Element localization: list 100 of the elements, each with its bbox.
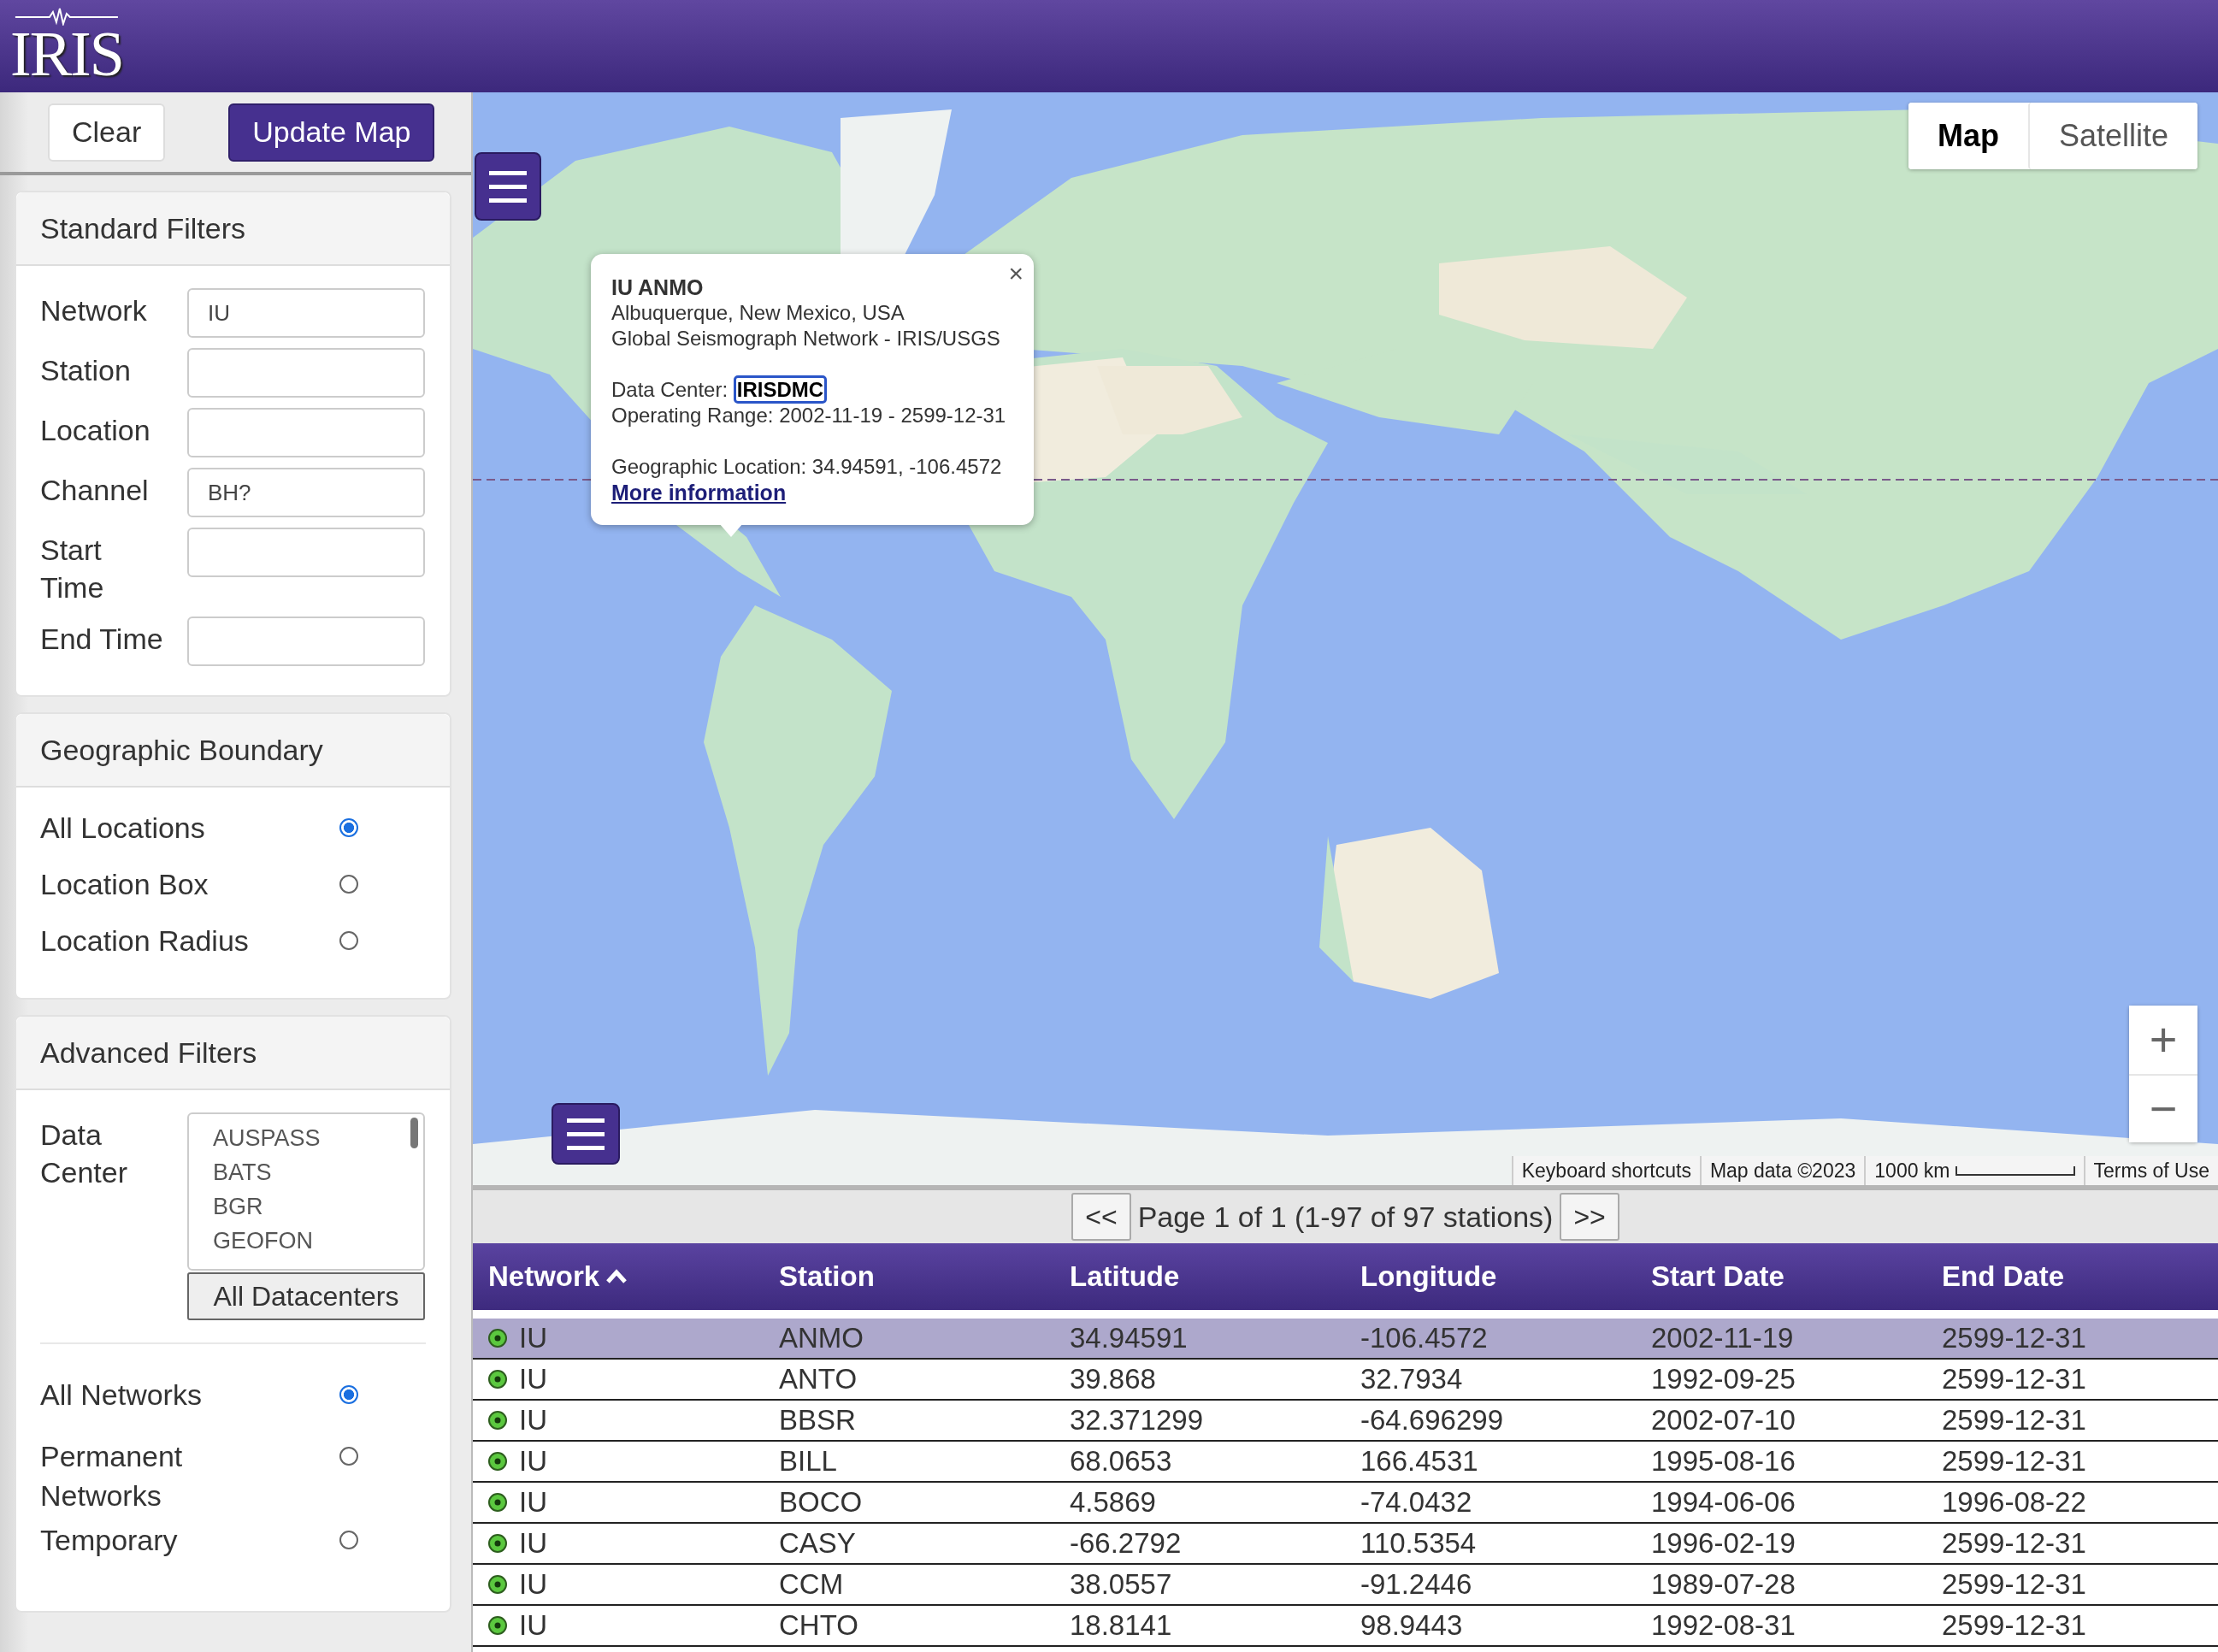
table-cell: IU bbox=[519, 1404, 547, 1437]
list-option[interactable]: AUSPASS bbox=[213, 1121, 423, 1155]
column-header[interactable]: Station bbox=[779, 1260, 1070, 1293]
attribution-text: Map data ©2023 bbox=[1699, 1156, 1865, 1185]
close-button[interactable]: × bbox=[1008, 261, 1023, 286]
menu-button[interactable] bbox=[552, 1103, 620, 1165]
table-cell-text: 32.7934 bbox=[1360, 1363, 1464, 1395]
option-label: Location Radius bbox=[40, 923, 250, 959]
table-cell-text: ANMO bbox=[779, 1322, 864, 1354]
field-label: Start Time bbox=[40, 533, 105, 605]
all-datacenters-button[interactable]: All Datacenters bbox=[187, 1272, 425, 1320]
page-status: Page 1 of 1 (1-97 of 97 stations) bbox=[1137, 1200, 1554, 1234]
list-option[interactable]: GEOFON bbox=[213, 1224, 423, 1258]
station-marker-icon bbox=[488, 1493, 507, 1512]
radio-button[interactable] bbox=[339, 875, 358, 894]
table-cell-text: BILL bbox=[779, 1445, 838, 1478]
table-cell-text: 68.0653 bbox=[1070, 1445, 1173, 1478]
table-cell-text: CHTO bbox=[779, 1609, 859, 1642]
attribution-link[interactable]: Terms of Use bbox=[2083, 1156, 2218, 1185]
list-box[interactable]: AUSPASS BATS BGR GEOFON bbox=[187, 1112, 425, 1271]
table-cell: IU bbox=[519, 1568, 547, 1601]
table-cell-text: 2599-12-31 bbox=[1942, 1404, 2087, 1437]
more-information-link[interactable]: More information bbox=[611, 481, 787, 504]
table-cell-text: 2599-12-31 bbox=[1942, 1322, 2087, 1354]
input-field[interactable]: IU bbox=[187, 288, 425, 338]
table-cell-text: 34.94591 bbox=[1070, 1322, 1189, 1354]
panel-header: Standard Filters bbox=[16, 192, 450, 266]
table-cell-text: 2599-12-31 bbox=[1942, 1609, 2087, 1642]
previous-page-button[interactable]: << bbox=[1071, 1193, 1131, 1241]
table-cell-text: 39.868 bbox=[1070, 1363, 1157, 1395]
station-marker-icon bbox=[488, 1370, 507, 1389]
scale-label: 1000 km bbox=[1874, 1159, 1950, 1183]
table-cell-text: 38.0557 bbox=[1070, 1568, 1173, 1601]
menu-button[interactable] bbox=[475, 152, 541, 221]
table-cell-text: 110.5354 bbox=[1360, 1527, 1478, 1560]
table-cell-text: 2002-11-19 bbox=[1651, 1322, 1795, 1354]
column-header[interactable]: Longitude bbox=[1360, 1260, 1651, 1293]
input-field[interactable] bbox=[187, 348, 425, 398]
column-header[interactable]: Network bbox=[488, 1260, 779, 1293]
next-page-button[interactable]: >> bbox=[1560, 1193, 1619, 1241]
table-cell-text: BBSR bbox=[779, 1404, 857, 1437]
input-field[interactable] bbox=[187, 408, 425, 457]
radio-button[interactable] bbox=[339, 1385, 358, 1404]
station-marker-icon bbox=[488, 1534, 507, 1553]
column-header[interactable]: Latitude bbox=[1070, 1260, 1360, 1293]
option-label: Permanent Networks bbox=[40, 1439, 184, 1513]
input-field[interactable] bbox=[187, 617, 425, 666]
table-cell-text: 1992-08-31 bbox=[1651, 1609, 1796, 1642]
table-cell-text: 32.371299 bbox=[1070, 1404, 1204, 1437]
attribution-link[interactable]: Keyboard shortcuts bbox=[1511, 1156, 1700, 1185]
radio-button[interactable] bbox=[339, 818, 358, 837]
map-type-tab[interactable]: Map bbox=[1908, 103, 2028, 169]
table-cell-text: ANTO bbox=[779, 1363, 858, 1395]
table-cell: IU bbox=[519, 1363, 547, 1395]
table-cell-text: 18.8141 bbox=[1070, 1609, 1173, 1642]
station-marker-icon bbox=[488, 1329, 507, 1348]
table-cell-text: 1995-08-16 bbox=[1651, 1445, 1796, 1478]
table-row[interactable]: IU ANMO 34.94591 -106.4572 2002-11-19 2599-12-31 bbox=[473, 1319, 2218, 1360]
station-marker-icon bbox=[488, 1575, 507, 1594]
popup-text: Data Center: bbox=[611, 378, 729, 401]
table-cell-text: 166.4531 bbox=[1360, 1445, 1479, 1478]
table-cell: IU bbox=[519, 1609, 547, 1642]
zoom-out-button[interactable]: − bbox=[2129, 1074, 2197, 1142]
table-cell: IU bbox=[519, 1486, 547, 1519]
table-cell-text: -106.4572 bbox=[1360, 1322, 1489, 1354]
station-marker-icon bbox=[488, 1452, 507, 1471]
station-marker-icon bbox=[488, 1411, 507, 1430]
popup-text: Geographic Location: 34.94591, -106.4572 bbox=[611, 454, 1003, 480]
zoom-in-button[interactable]: + bbox=[2129, 1006, 2197, 1074]
logo: IRIS bbox=[10, 7, 123, 86]
table-cell-text: -74.0432 bbox=[1360, 1486, 1473, 1519]
table-cell-text: -91.2446 bbox=[1360, 1568, 1473, 1601]
table-cell-text: 1992-09-25 bbox=[1651, 1363, 1796, 1395]
option-label: All Networks bbox=[40, 1378, 203, 1413]
table-cell-text: 1996-02-19 bbox=[1651, 1527, 1796, 1560]
table-cell-text: 1996-08-22 bbox=[1942, 1486, 2087, 1519]
input-field[interactable]: BH? bbox=[187, 468, 425, 517]
radio-button[interactable] bbox=[339, 1531, 358, 1549]
scale-bar-icon bbox=[1955, 1165, 2075, 1177]
data-center-link[interactable]: IRISDMC bbox=[733, 375, 828, 404]
radio-button[interactable] bbox=[339, 1447, 358, 1466]
map-type-tab[interactable]: Satellite bbox=[2027, 103, 2197, 169]
list-option[interactable]: BGR bbox=[213, 1189, 423, 1224]
radio-button[interactable] bbox=[339, 931, 358, 950]
field-label: Location bbox=[40, 413, 151, 448]
option-label: Location Box bbox=[40, 867, 209, 902]
popup-title: IU ANMO bbox=[611, 274, 705, 300]
scrollbar-thumb[interactable] bbox=[410, 1118, 418, 1148]
column-header[interactable]: End Date bbox=[1942, 1260, 2218, 1293]
field-label: Data Center bbox=[40, 1118, 129, 1190]
input-field[interactable] bbox=[187, 528, 425, 577]
popup-text: Albuquerque, New Mexico, USA bbox=[611, 300, 905, 326]
clear-button[interactable]: Clear bbox=[48, 103, 166, 162]
list-option[interactable]: BATS bbox=[213, 1155, 423, 1189]
menu-icon bbox=[489, 169, 527, 204]
table-cell: IU bbox=[519, 1527, 547, 1560]
column-header[interactable]: Start Date bbox=[1651, 1260, 1942, 1293]
table-cell-text: 4.5869 bbox=[1070, 1486, 1157, 1519]
update-map-button[interactable]: Update Map bbox=[228, 103, 435, 162]
field-label: Station bbox=[40, 353, 132, 388]
